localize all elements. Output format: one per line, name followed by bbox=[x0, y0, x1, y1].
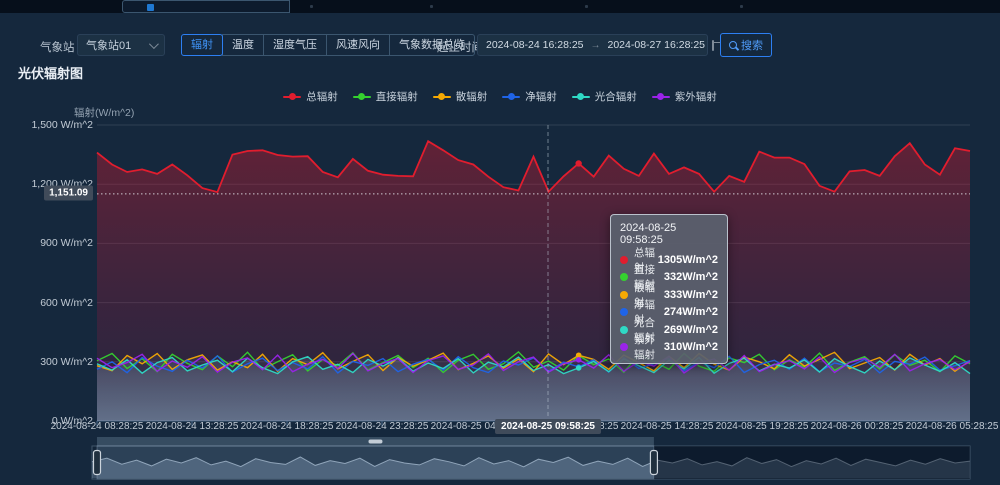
tab-3[interactable]: 风速风向 bbox=[326, 34, 390, 56]
start-date-value[interactable]: 2024-08-24 16:28:25 bbox=[486, 39, 584, 51]
highlight-dot-4 bbox=[576, 365, 582, 371]
datazoom-right-handle[interactable] bbox=[650, 451, 657, 475]
x-tick-label: 2024-08-24 18:28:25 bbox=[241, 421, 334, 432]
browser-tab[interactable] bbox=[122, 0, 290, 13]
datazoom-unselected bbox=[654, 446, 970, 479]
search-icon bbox=[729, 41, 737, 49]
end-date-value[interactable]: 2024-08-27 16:28:25 bbox=[608, 39, 706, 51]
top-strip-mark bbox=[430, 5, 433, 8]
x-tick-label: 2024-08-25 19:28:25 bbox=[716, 421, 809, 432]
legend-item-4[interactable]: 光合辐射 bbox=[572, 89, 637, 104]
x-tick-label: 2024-08-25 14:28:25 bbox=[621, 421, 714, 432]
window-top-strip bbox=[0, 0, 1000, 13]
legend-item-0[interactable]: 总辐射 bbox=[283, 89, 338, 104]
search-button[interactable]: 搜索 bbox=[720, 33, 772, 57]
legend-item-1[interactable]: 直接辐射 bbox=[353, 89, 418, 104]
legend-marker-icon bbox=[433, 96, 451, 98]
y-axis-pointer-label: 1,151.09 bbox=[44, 186, 93, 201]
controls-bar: 气象站 气象站01 辐射温度湿度气压风速风向气象数据总览 起止时间 2024-0… bbox=[0, 13, 1000, 60]
legend-label: 光合辐射 bbox=[595, 89, 637, 104]
tooltip-series-value: 274W/m^2 bbox=[664, 306, 718, 318]
tooltip-row: 紫外辐射310W/m^2 bbox=[620, 339, 718, 357]
series-dot-icon bbox=[620, 273, 628, 281]
x-tick-label: 2024-08-26 05:28:25 bbox=[906, 421, 999, 432]
x-tick-label: 2024-08-24 13:28:25 bbox=[146, 421, 239, 432]
y-tick-label: 1,500 W/m^2 bbox=[31, 119, 93, 131]
highlight-dot-0 bbox=[575, 160, 581, 166]
station-label: 气象站 bbox=[40, 39, 75, 55]
chart-legend: 总辐射 直接辐射 散辐射 净辐射 光合辐射 紫外辐射 bbox=[0, 89, 1000, 104]
legend-label: 净辐射 bbox=[525, 89, 557, 104]
y-tick-label: 600 W/m^2 bbox=[40, 297, 93, 309]
x-tick-label: 2024-08-26 00:28:25 bbox=[811, 421, 904, 432]
datazoom-window[interactable] bbox=[97, 446, 654, 479]
radiation-chart-canvas[interactable] bbox=[0, 0, 1000, 485]
tooltip-series-value: 1305W/m^2 bbox=[658, 254, 718, 266]
series-dot-icon bbox=[620, 308, 628, 316]
chart-tooltip: 2024-08-25 09:58:25 总辐射1305W/m^2直接辐射332W… bbox=[610, 214, 728, 364]
top-strip-mark bbox=[310, 5, 313, 8]
calendar-icon bbox=[712, 40, 714, 51]
legend-marker-icon bbox=[572, 96, 590, 98]
series-dot-icon bbox=[620, 326, 628, 334]
chart-title: 光伏辐射图 bbox=[18, 63, 83, 82]
tooltip-title: 2024-08-25 09:58:25 bbox=[620, 222, 718, 246]
x-tick-label: 2024-08-24 08:28:25 bbox=[51, 421, 144, 432]
arrow-right-icon: → bbox=[591, 40, 601, 51]
station-select[interactable]: 气象站01 bbox=[77, 34, 165, 56]
series-dot-icon bbox=[620, 343, 628, 351]
tooltip-series-value: 269W/m^2 bbox=[664, 324, 718, 336]
legend-label: 总辐射 bbox=[306, 89, 338, 104]
series-dot-icon bbox=[620, 291, 628, 299]
y-axis-name: 辐射(W/m^2) bbox=[74, 105, 134, 120]
search-button-label: 搜索 bbox=[741, 37, 763, 53]
legend-label: 直接辐射 bbox=[376, 89, 418, 104]
tab-0[interactable]: 辐射 bbox=[181, 34, 223, 56]
x-tick-label: 2024-08-24 23:28:25 bbox=[336, 421, 429, 432]
legend-label: 散辐射 bbox=[456, 89, 488, 104]
legend-marker-icon bbox=[353, 96, 371, 98]
tab-1[interactable]: 温度 bbox=[222, 34, 264, 56]
y-tick-label: 300 W/m^2 bbox=[40, 356, 93, 368]
tooltip-rows: 总辐射1305W/m^2直接辐射332W/m^2散辐射333W/m^2净辐射27… bbox=[620, 251, 718, 356]
metric-tabs: 辐射温度湿度气压风速风向气象数据总览 bbox=[181, 34, 475, 56]
legend-item-3[interactable]: 净辐射 bbox=[502, 89, 557, 104]
datazoom-left-handle[interactable] bbox=[94, 451, 101, 475]
legend-marker-icon bbox=[652, 96, 670, 98]
legend-marker-icon bbox=[502, 96, 520, 98]
legend-label: 紫外辐射 bbox=[675, 89, 717, 104]
datazoom-grip-icon[interactable] bbox=[368, 440, 382, 444]
tooltip-series-value: 332W/m^2 bbox=[664, 271, 718, 283]
top-strip-mark bbox=[740, 5, 743, 8]
tab-2[interactable]: 湿度气压 bbox=[263, 34, 327, 56]
tab-favicon-icon bbox=[147, 4, 154, 11]
top-strip-mark bbox=[585, 5, 588, 8]
series-dot-icon bbox=[620, 256, 628, 264]
y-tick-label: 900 W/m^2 bbox=[40, 237, 93, 249]
x-axis-pointer-label: 2024-08-25 09:58:25 bbox=[495, 419, 601, 434]
tooltip-series-value: 333W/m^2 bbox=[664, 289, 718, 301]
tooltip-series-name: 紫外辐射 bbox=[634, 332, 664, 362]
station-select-value: 气象站01 bbox=[86, 37, 149, 53]
legend-item-2[interactable]: 散辐射 bbox=[433, 89, 488, 104]
legend-item-5[interactable]: 紫外辐射 bbox=[652, 89, 717, 104]
date-range-input[interactable]: 2024-08-24 16:28:25 → 2024-08-27 16:28:2… bbox=[477, 34, 708, 56]
highlight-dot-5 bbox=[576, 357, 582, 363]
chevron-down-icon bbox=[149, 39, 159, 49]
app-root: 气象站 气象站01 辐射温度湿度气压风速风向气象数据总览 起止时间 2024-0… bbox=[0, 0, 1000, 485]
tooltip-series-value: 310W/m^2 bbox=[664, 341, 718, 353]
legend-marker-icon bbox=[283, 96, 301, 98]
